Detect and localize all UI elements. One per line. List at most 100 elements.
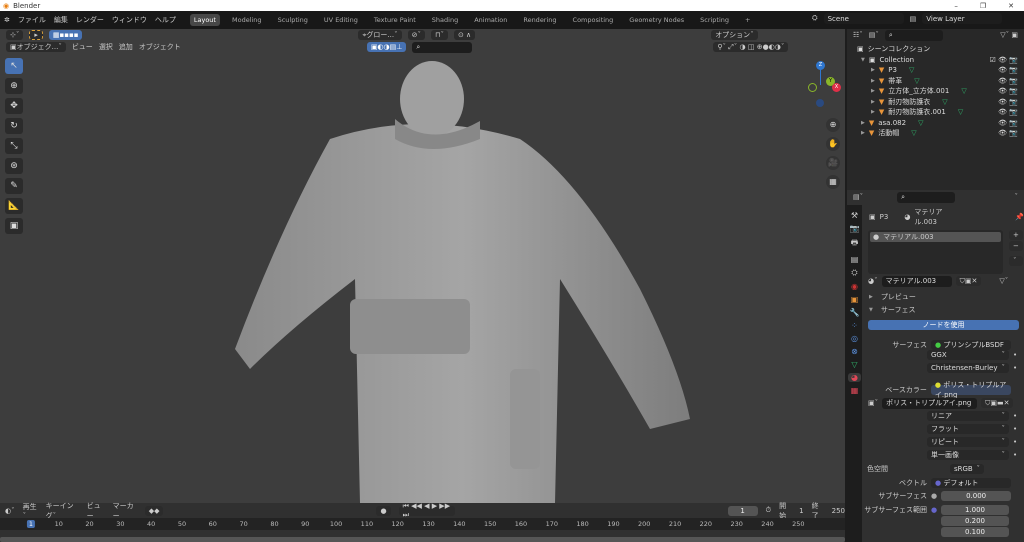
outliner-item[interactable]: ▶ ▼ 耐刃物防護衣.001 ▽ 👁 📷	[847, 107, 1024, 118]
keyframe-dot-icon[interactable]: •	[1013, 351, 1017, 359]
keyframe-dot-icon[interactable]: •	[1013, 364, 1017, 372]
zoom-icon[interactable]: ⊕	[826, 118, 840, 132]
material-name-field[interactable]: マテリアル.003	[881, 275, 952, 287]
tab-geometry-nodes[interactable]: Geometry Nodes	[625, 14, 688, 26]
grid-perspective-icon[interactable]: ▦	[826, 175, 840, 189]
mesh-data-icon[interactable]: ▽	[961, 87, 966, 95]
projection-dropdown[interactable]: フラット ˇ	[927, 424, 1009, 434]
properties-search-icon[interactable]: ⌕	[897, 191, 956, 203]
menu-add[interactable]: 追加	[119, 42, 133, 52]
surface-panel[interactable]: ▼ サーフェス	[869, 305, 915, 315]
expand-icon[interactable]: ▶	[861, 130, 865, 136]
preview-panel[interactable]: ▶ プレビュー	[869, 292, 916, 302]
scene-collection-row[interactable]: ▣ シーンコレクション	[847, 44, 1024, 55]
expand-icon[interactable]: ▼	[861, 57, 865, 63]
record-button[interactable]: ●	[376, 505, 391, 516]
outliner-item[interactable]: ▶ ▼ 活動帽 ▽ 👁 📷	[847, 128, 1024, 139]
keyframe-dot-icon[interactable]: •	[1013, 451, 1017, 459]
minimize-button[interactable]: –	[954, 2, 958, 10]
menu-window[interactable]: ウィンドウ	[112, 15, 147, 25]
tab-animation[interactable]: Animation	[470, 14, 511, 26]
visibility-icons[interactable]: 👁 📷	[998, 77, 1018, 85]
pin-icon[interactable]: 📌	[1015, 213, 1024, 221]
gizmo-neg-y[interactable]	[808, 83, 817, 92]
blender-menu-icon[interactable]: ✲	[4, 16, 10, 24]
output-tab-icon[interactable]: 🖶	[848, 237, 861, 251]
keyframe-dot-icon[interactable]: •	[1013, 412, 1017, 420]
browse-material-icon[interactable]: ◕ˇ	[868, 277, 878, 285]
outliner-item[interactable]: ▶ ▼ 立方体_立方体.001 ▽ 👁 📷	[847, 86, 1024, 97]
view-layer-tab-icon[interactable]: ▤	[848, 255, 861, 264]
viewport-overlay-icons[interactable]: ⚲ˇ ⤢ˇ ◑ ◫ ⊕●◐◑ˇ	[713, 42, 789, 52]
add-workspace-button[interactable]: +	[741, 14, 754, 26]
render-tab-icon[interactable]: 📷	[848, 224, 861, 233]
menu-render[interactable]: レンダー	[76, 15, 104, 25]
maximize-button[interactable]: ❐	[980, 2, 986, 10]
annotate-icon[interactable]: ✎	[5, 178, 23, 194]
cursor-icon[interactable]: ⊕	[5, 78, 23, 94]
select-box-icon[interactable]: ↖	[5, 58, 23, 74]
transform-orientation-dropdown[interactable]: ⌖ グロー... ˇ	[358, 30, 402, 40]
mesh-data-icon[interactable]: ▽	[918, 119, 923, 127]
view-layer-field[interactable]: View Layer	[922, 13, 1003, 24]
move-icon[interactable]: ✥	[5, 98, 23, 114]
particles-tab-icon[interactable]: ⁘	[848, 321, 861, 330]
use-nodes-button[interactable]: ノードを使用	[868, 320, 1019, 330]
options-dropdown[interactable]: オプション ˇ	[711, 30, 758, 40]
timeline-editor-icon[interactable]: ◐ˇ	[5, 507, 15, 515]
tab-rendering[interactable]: Rendering	[519, 14, 560, 26]
menu-edit[interactable]: 編集	[54, 15, 68, 25]
subsurface-radius-z[interactable]: 0.100	[941, 527, 1009, 537]
gizmo-neg-z[interactable]	[816, 99, 824, 107]
world-tab-icon[interactable]: ◉	[848, 282, 861, 291]
mesh-data-icon[interactable]: ▽	[942, 98, 947, 106]
image-browse-icon[interactable]: ▣ˇ	[868, 399, 878, 407]
outliner-search-icon[interactable]: ⌕	[884, 29, 943, 41]
scene-tab-icon[interactable]: ⛭	[848, 268, 861, 278]
pan-hand-icon[interactable]: ✋	[826, 137, 840, 151]
texture-tab-icon[interactable]: ▦	[848, 386, 861, 395]
tab-texture-paint[interactable]: Texture Paint	[370, 14, 420, 26]
expand-icon[interactable]: ▶	[871, 109, 875, 115]
viewport-search-icon[interactable]: ⌕	[412, 41, 473, 53]
menu-object[interactable]: オブジェクト	[139, 42, 181, 52]
start-frame-field[interactable]: 1	[799, 507, 803, 515]
material-tab-icon[interactable]: ◕	[848, 373, 861, 382]
visibility-icons[interactable]: 👁 📷	[998, 108, 1018, 116]
keyframe-dot-icon[interactable]: •	[1013, 438, 1017, 446]
outliner-item[interactable]: ▶ ▼ P3 ▽ 👁 📷	[847, 65, 1024, 76]
expand-icon[interactable]: ▶	[861, 120, 865, 126]
menu-help[interactable]: ヘルプ	[155, 15, 176, 25]
scale-icon[interactable]: ⤡	[5, 138, 23, 154]
snap-icon[interactable]: ⊓ˇ	[431, 30, 448, 40]
editor-type-icon[interactable]: ⊹ˇ	[6, 30, 24, 40]
visibility-icons[interactable]: ☑ 👁 📷	[990, 56, 1018, 64]
tab-layout[interactable]: Layout	[189, 14, 220, 26]
node-link-icon[interactable]: ▽ˇ	[999, 277, 1008, 285]
outliner-item[interactable]: ▶ ▼ asa.082 ▽ 👁 📷	[847, 118, 1024, 129]
menu-file[interactable]: ファイル	[18, 15, 46, 25]
select-tool-icon[interactable]: ▸	[29, 30, 43, 40]
add-cube-icon[interactable]: ▣	[5, 218, 23, 234]
data-tab-icon[interactable]: ▽	[848, 360, 861, 369]
base-color-field[interactable]: ● ポリス・トリプルアイ.png	[930, 381, 1011, 399]
stopwatch-icon[interactable]: ⏱	[766, 506, 771, 515]
colorspace-dropdown[interactable]: sRGB ˇ	[950, 464, 984, 474]
collection-row[interactable]: ▼ ▣ Collection ☑ 👁 📷	[847, 55, 1024, 66]
mesh-data-icon[interactable]: ▽	[958, 108, 963, 116]
expand-icon[interactable]: ▶	[871, 88, 875, 94]
subsurface-method-dropdown[interactable]: Christensen-Burley ˇ	[927, 363, 1009, 373]
subsurface-radius-x[interactable]: 1.000	[941, 505, 1009, 515]
visibility-icons[interactable]: 👁 📷	[998, 66, 1018, 74]
selection-mode-icon[interactable]: ▦▪▪▪▪	[48, 30, 83, 40]
3d-viewport[interactable]: ⊹ˇ ▸ ▦▪▪▪▪ ⌖ グロー... ˇ ⊘ˇ ⊓ˇ ⊙ ∧ オプション ˇ ▣ …	[0, 29, 845, 503]
extension-dropdown[interactable]: リピート ˇ	[927, 437, 1009, 447]
material-slot[interactable]: ● マテリアル.003	[870, 232, 1001, 242]
tab-modeling[interactable]: Modeling	[228, 14, 266, 26]
options-chevron-icon[interactable]: ˇ	[1015, 193, 1019, 201]
tab-scripting[interactable]: Scripting	[696, 14, 733, 26]
visibility-icons[interactable]: 👁 📷	[998, 87, 1018, 95]
camera-icon[interactable]: 🎥	[826, 156, 840, 170]
remove-slot-button[interactable]: −	[1009, 241, 1023, 251]
display-mode-icon[interactable]: ☷ˇ	[853, 31, 863, 39]
